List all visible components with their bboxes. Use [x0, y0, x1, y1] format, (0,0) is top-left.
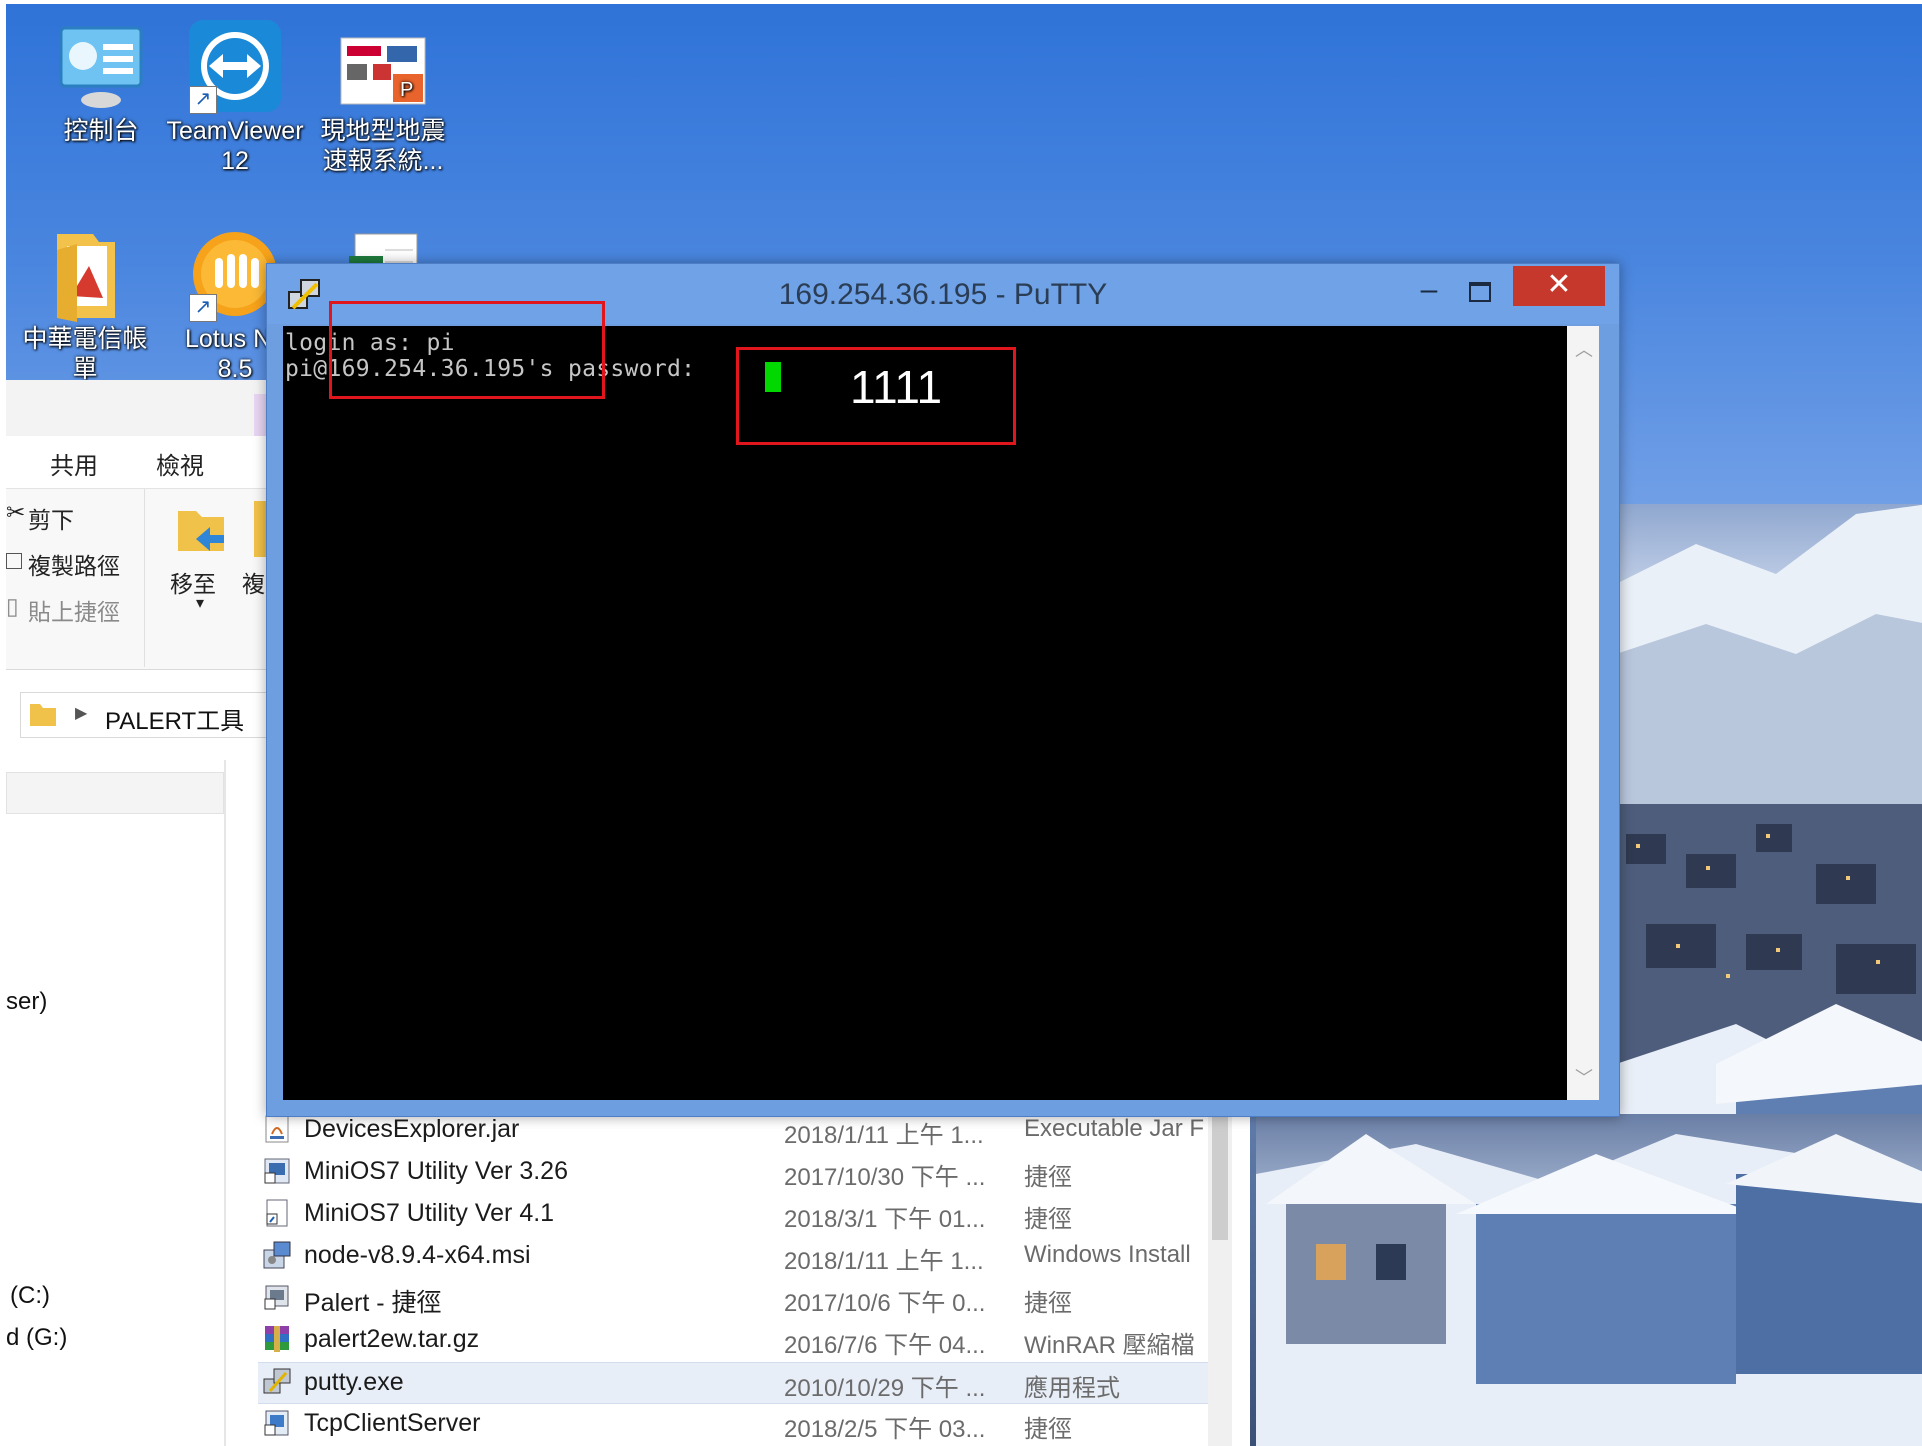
file-name: MiniOS7 Utility Ver 3.26 — [304, 1157, 568, 1185]
file-row[interactable]: palert2ew.tar.gz 2016/7/6 下午 04... WinRA… — [258, 1320, 1208, 1360]
copy-to-button[interactable]: 複 — [242, 565, 265, 599]
file-name: node-v8.9.4-x64.msi — [304, 1241, 531, 1269]
ribbon-toolbar: ✂ 剪下 複製路徑 ▯ 貼上捷徑 移至 ▾ 複 — [6, 488, 268, 670]
maximize-icon — [1469, 282, 1491, 302]
cut-button[interactable]: 剪下 — [28, 501, 74, 535]
file-row[interactable]: TcpClientServer 2018/2/5 下午 03... 捷徑 — [258, 1404, 1208, 1444]
desktop-icon-label: TeamViewer — [166, 117, 304, 145]
paste-shortcut-icon: ▯ — [6, 593, 19, 619]
msi-installer-icon — [262, 1240, 292, 1270]
folder-icon — [29, 701, 57, 727]
file-name: putty.exe — [304, 1368, 404, 1396]
desktop-icon-cht-bill[interactable]: 中華電信帳 單 — [10, 226, 160, 384]
putty-app-icon — [262, 1367, 292, 1397]
file-name: Palert - 捷徑 — [304, 1289, 442, 1317]
address-path: PALERT工具 — [105, 708, 245, 735]
tab-share[interactable]: 共用 — [50, 446, 98, 481]
file-type: 捷徑 — [1024, 1164, 1072, 1191]
close-button[interactable]: ✕ — [1513, 266, 1605, 306]
file-row[interactable]: MiniOS7 Utility Ver 3.26 2017/10/30 下午 .… — [258, 1152, 1208, 1192]
file-date: 2018/2/5 下午 03... — [784, 1416, 986, 1443]
desktop-icon-label: 中華電信帳 — [22, 325, 148, 353]
nav-item-drive-c[interactable]: (C:) — [10, 1282, 50, 1310]
maximize-button[interactable] — [1457, 274, 1501, 312]
file-row[interactable]: node-v8.9.4-x64.msi 2018/1/11 上午 1... Wi… — [258, 1236, 1208, 1276]
paste-shortcut-button[interactable]: 貼上捷徑 — [28, 593, 120, 627]
nav-pane-box — [6, 772, 224, 814]
scroll-down-icon[interactable]: ﹀ — [1575, 1064, 1593, 1090]
file-name: TcpClientServer — [304, 1409, 481, 1437]
shortcut-file-icon — [262, 1198, 292, 1228]
file-type: 捷徑 — [1024, 1290, 1072, 1317]
teamviewer-icon: ↗ — [187, 18, 283, 114]
file-type: WinRAR 壓縮檔 — [1024, 1332, 1195, 1359]
file-date: 2017/10/6 下午 0... — [784, 1290, 986, 1317]
svg-text:P: P — [400, 79, 413, 101]
desktop-icon-label-line2: 速報系統... — [322, 147, 444, 175]
winrar-archive-icon — [262, 1324, 292, 1354]
explorer-titlebar — [6, 380, 268, 437]
cut-icon: ✂ — [6, 499, 26, 525]
file-row[interactable]: Palert - 捷徑 2017/10/6 下午 0... 捷徑 — [258, 1278, 1208, 1318]
move-to-button[interactable]: 移至 — [170, 565, 216, 599]
pane-divider — [224, 760, 226, 1446]
house-scene-image — [1256, 1134, 1922, 1446]
copy-path-button[interactable]: 複製路徑 — [28, 547, 120, 581]
nav-item-user[interactable]: ser) — [6, 988, 47, 1016]
file-type: Windows Install — [1024, 1241, 1191, 1268]
shortcut-app-icon — [262, 1282, 292, 1312]
copy-path-icon — [6, 553, 22, 569]
ribbon-tabs: 共用 檢視 — [6, 436, 268, 488]
scroll-up-icon[interactable]: ︿ — [1575, 336, 1593, 362]
file-type: 捷徑 — [1024, 1206, 1072, 1233]
file-name: MiniOS7 Utility Ver 4.1 — [304, 1199, 555, 1227]
file-list-scrollbar[interactable] — [1208, 1110, 1232, 1446]
move-to-folder-icon — [174, 501, 230, 557]
file-date: 2017/10/30 下午 ... — [784, 1164, 986, 1191]
control-panel-icon — [53, 18, 149, 114]
minimize-button[interactable]: – — [1409, 274, 1449, 312]
folder-pdf-icon — [37, 226, 133, 322]
shortcut-app-icon — [262, 1408, 292, 1438]
file-date: 2010/10/29 下午 ... — [784, 1375, 986, 1402]
desktop-icon-label: 控制台 — [63, 117, 139, 145]
file-row-selected[interactable]: putty.exe 2010/10/29 下午 ... 應用程式 — [258, 1362, 1208, 1404]
desktop-icon-control-panel[interactable]: 控制台 — [26, 18, 176, 146]
file-date: 2018/1/11 上午 1... — [784, 1122, 984, 1149]
file-date: 2016/7/6 下午 04... — [784, 1332, 986, 1359]
desktop-icon-label: 現地型地震 — [320, 117, 446, 145]
annotation-box-login — [329, 301, 605, 399]
tab-view[interactable]: 檢視 — [156, 446, 204, 481]
scrollbar-thumb[interactable] — [1212, 1110, 1228, 1240]
breadcrumb-chevron-icon: ▶ — [75, 705, 88, 722]
file-type: 捷徑 — [1024, 1416, 1072, 1443]
shortcut-app-icon — [262, 1156, 292, 1186]
nav-item-drive-g[interactable]: d (G:) — [6, 1324, 67, 1352]
annotation-password-note: 1111 — [850, 361, 943, 413]
shortcut-arrow-icon: ↗ — [189, 294, 217, 322]
desktop-icon-earthquake-system[interactable]: P 現地型地震 速報系統... — [308, 18, 458, 176]
ribbon-divider — [144, 489, 145, 667]
powerpoint-file-icon: P — [335, 18, 431, 114]
file-row[interactable]: MiniOS7 Utility Ver 4.1 2018/3/1 下午 01..… — [258, 1194, 1208, 1234]
file-date: 2018/1/11 上午 1... — [784, 1248, 984, 1275]
chevron-down-icon: ▾ — [196, 595, 205, 612]
wallpaper-scene-lower — [1256, 1114, 1922, 1446]
desktop-icon-label-line2: 12 — [221, 147, 249, 175]
file-type: Executable Jar F — [1024, 1115, 1205, 1142]
file-date: 2018/3/1 下午 01... — [784, 1206, 986, 1233]
file-type: 應用程式 — [1024, 1375, 1120, 1402]
address-bar[interactable]: ▶ PALERT工具 — [20, 692, 270, 738]
desktop-icon-teamviewer[interactable]: ↗ TeamViewer 12 — [160, 18, 310, 176]
file-name: DevicesExplorer.jar — [304, 1115, 520, 1143]
java-jar-icon — [262, 1114, 292, 1144]
terminal-scrollbar[interactable]: ︿ ﹀ — [1567, 326, 1599, 1100]
file-name: palert2ew.tar.gz — [304, 1325, 480, 1353]
shortcut-arrow-icon: ↗ — [189, 86, 217, 114]
